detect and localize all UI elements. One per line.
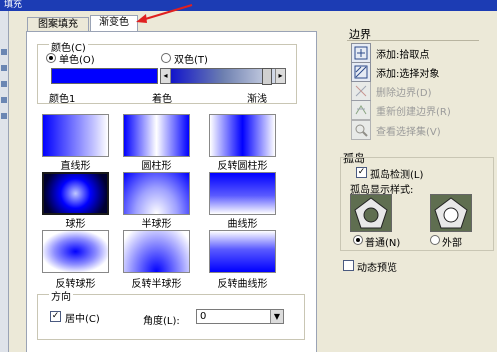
angle-value: 0 xyxy=(200,311,207,322)
remove-boundaries-label: 删除边界(D) xyxy=(376,88,432,99)
single-color-radio[interactable] xyxy=(46,53,56,63)
hatch-dialog-window: 填充 图案填充 渐变色 颜色(C) 单色(O) 双色(T) ◂ ▸ 颜色1 着色… xyxy=(0,0,497,352)
toolbar-icon[interactable] xyxy=(1,65,7,71)
chevron-down-icon[interactable]: ▼ xyxy=(270,310,283,323)
island-detection-label: 孤岛检测(L) xyxy=(370,170,424,181)
pentagon-outer-icon xyxy=(434,197,468,229)
dynamic-preview-checkbox[interactable] xyxy=(343,260,354,271)
gradient-hemispherical-label: 半球形 xyxy=(141,219,172,230)
toolbar-icon[interactable] xyxy=(1,49,7,55)
color1-swatch[interactable] xyxy=(51,68,158,84)
angle-select[interactable]: 0 ▼ xyxy=(196,309,284,324)
left-toolbar-strip xyxy=(0,11,9,352)
gradient-inverted-cylinder-label: 反转圆柱形 xyxy=(217,161,268,172)
recreate-boundary-label: 重新创建边界(R) xyxy=(376,107,451,118)
centered-label: 居中(C) xyxy=(65,314,100,325)
view-selections-label: 查看选择集(V) xyxy=(376,127,441,138)
island-normal-radio[interactable] xyxy=(353,235,363,245)
island-outer-label: 外部 xyxy=(442,238,462,249)
boundaries-divider xyxy=(347,40,479,41)
gradient-linear-label: 直线形 xyxy=(60,161,91,172)
add-pick-points-label: 添加:拾取点 xyxy=(376,50,430,61)
magnifier-icon xyxy=(355,124,368,137)
select-objects-icon xyxy=(354,65,368,79)
gradient-inverted-curved-swatch[interactable] xyxy=(209,230,276,273)
gradient-curved-swatch[interactable] xyxy=(209,172,276,215)
island-normal-preview[interactable] xyxy=(350,194,392,232)
recreate-boundary-button[interactable] xyxy=(351,100,371,120)
tab-hatch[interactable]: 图案填充 xyxy=(27,17,89,31)
toolbar-icon[interactable] xyxy=(1,97,7,103)
two-color-radio[interactable] xyxy=(161,53,171,63)
two-color-label: 双色(T) xyxy=(174,55,208,66)
gradient-inverted-hemispherical-label: 反转半球形 xyxy=(131,279,182,290)
gradient-cylinder-label: 圆柱形 xyxy=(141,161,172,172)
island-normal-label: 普通(N) xyxy=(365,238,401,249)
tint-label: 着色 xyxy=(152,94,172,105)
gradient-cylinder-swatch[interactable] xyxy=(123,114,190,157)
single-color-label: 单色(O) xyxy=(59,55,95,66)
toolbar-icon[interactable] xyxy=(1,81,7,87)
gradient-hemispherical-swatch[interactable] xyxy=(123,172,190,215)
dynamic-preview-label: 动态预览 xyxy=(357,263,397,274)
gradient-inverted-curved-label: 反转曲线形 xyxy=(217,279,268,290)
recreate-boundary-icon xyxy=(355,105,367,115)
gradient-curved-label: 曲线形 xyxy=(227,219,258,230)
add-select-objects-button[interactable] xyxy=(351,62,371,82)
orientation-group-label: 方向 xyxy=(49,288,73,303)
tab-gradient[interactable]: 渐变色 xyxy=(90,15,138,32)
slider-thumb[interactable] xyxy=(262,68,272,85)
add-select-objects-label: 添加:选择对象 xyxy=(376,69,440,80)
remove-boundaries-button[interactable] xyxy=(351,81,371,101)
gradient-spherical-swatch[interactable] xyxy=(42,172,109,215)
gradient-tab-panel: 颜色(C) 单色(O) 双色(T) ◂ ▸ 颜色1 着色 渐浅 直线形 圆柱形 … xyxy=(26,31,317,352)
shade-label: 渐浅 xyxy=(247,94,267,105)
red-arrow-icon xyxy=(136,4,193,23)
slider-right-arrow-icon[interactable]: ▸ xyxy=(275,69,285,83)
view-selections-button[interactable] xyxy=(351,120,371,140)
centered-checkbox[interactable]: ✓ xyxy=(50,311,61,322)
island-detection-checkbox[interactable]: ✓ xyxy=(356,167,367,178)
gradient-inverted-hemispherical-swatch[interactable] xyxy=(123,230,190,273)
gradient-spherical-label: 球形 xyxy=(65,219,86,230)
add-pick-points-button[interactable] xyxy=(351,43,371,63)
gradient-linear-swatch[interactable] xyxy=(42,114,109,157)
remove-boundaries-icon xyxy=(355,85,367,97)
window-title: 填充 xyxy=(4,0,23,10)
island-outer-radio[interactable] xyxy=(430,235,440,245)
island-outer-preview[interactable] xyxy=(430,194,472,232)
title-bar: 填充 xyxy=(0,0,497,11)
toolbar-icon[interactable] xyxy=(1,113,7,119)
gradient-inverted-cylinder-swatch[interactable] xyxy=(209,114,276,157)
pentagon-normal-icon xyxy=(354,197,388,229)
color1-label: 颜色1 xyxy=(49,94,76,105)
gradient-inverted-spherical-swatch[interactable] xyxy=(42,230,109,273)
angle-label: 角度(L): xyxy=(143,316,180,327)
shade-tint-slider[interactable]: ◂ ▸ xyxy=(160,68,286,85)
pick-points-icon xyxy=(354,46,368,60)
slider-left-arrow-icon[interactable]: ◂ xyxy=(161,69,171,83)
